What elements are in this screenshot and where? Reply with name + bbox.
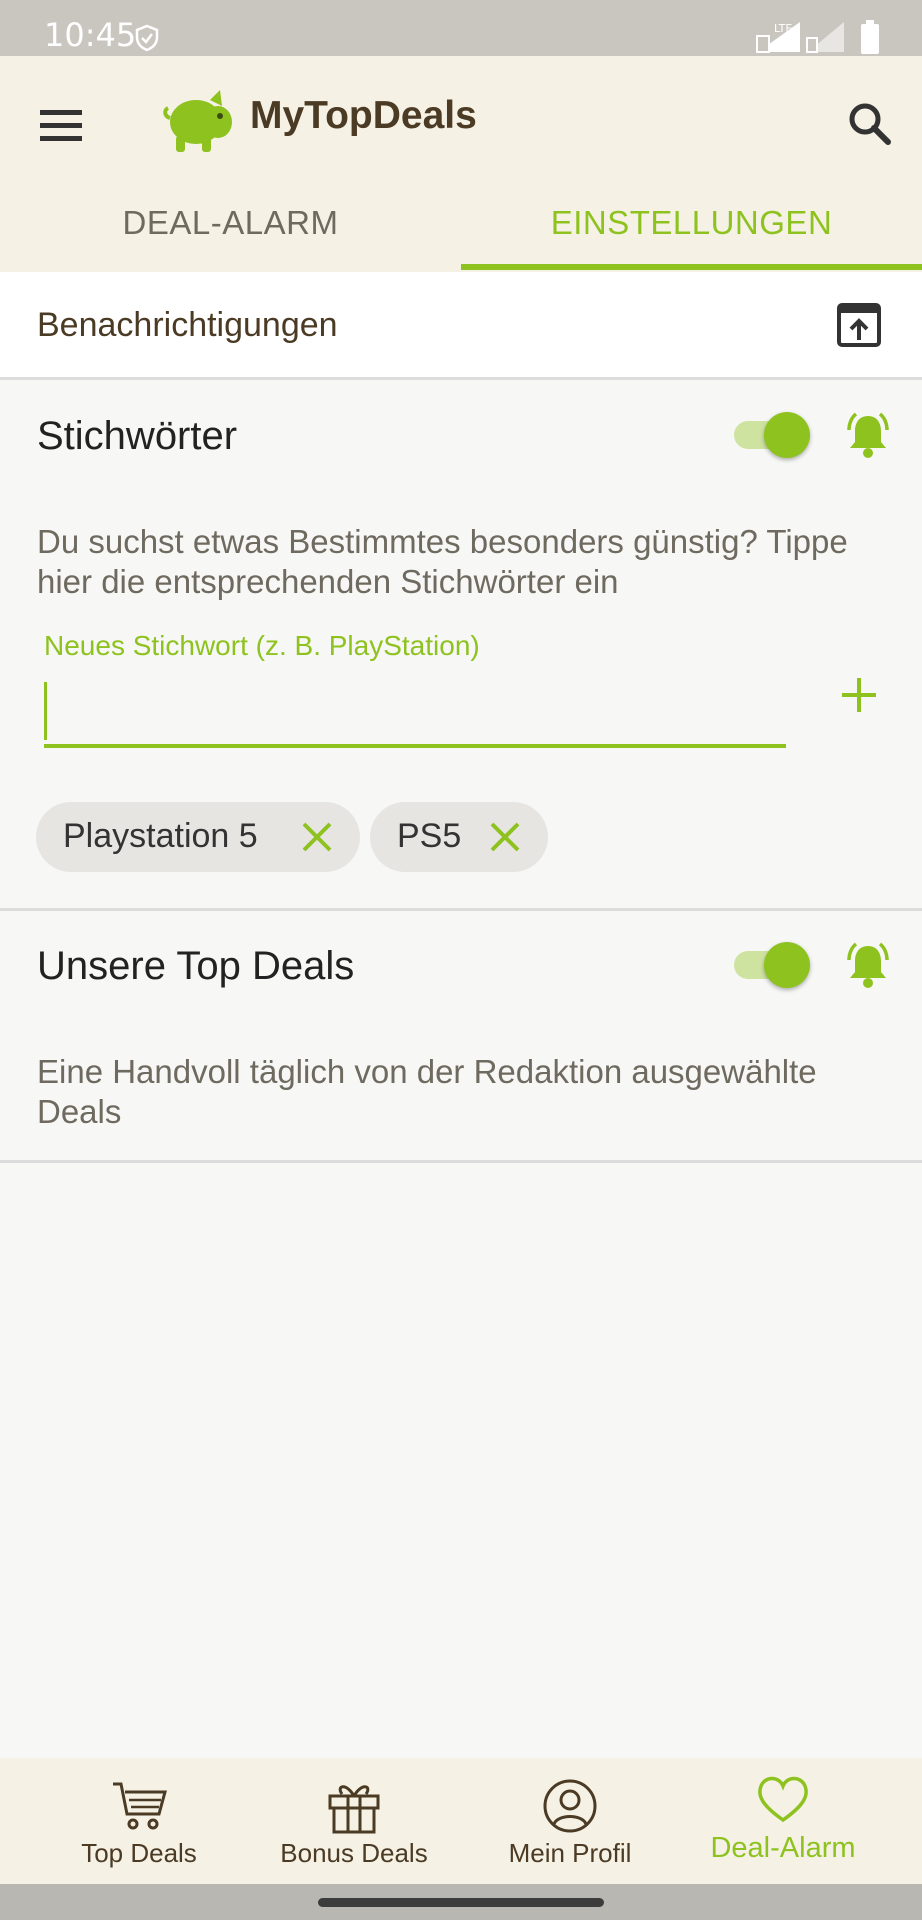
keyword-input[interactable] <box>44 674 786 748</box>
cart-icon <box>113 1782 167 1830</box>
top-deals-description: Eine Handvoll täglich von der Redaktion … <box>37 1053 817 1130</box>
keyword-chip[interactable]: Playstation 5 <box>36 802 360 872</box>
gesture-bar <box>0 1884 922 1920</box>
lte-text: LTE <box>774 22 792 35</box>
notifications-label: Benachrichtigungen <box>37 306 338 344</box>
home-gesture-handle[interactable] <box>318 1898 604 1907</box>
nav-bonus-deals[interactable]: Bonus Deals <box>246 1758 462 1884</box>
remove-keyword-icon[interactable] <box>298 818 336 856</box>
toggle-thumb <box>764 942 810 988</box>
shield-icon <box>135 24 159 52</box>
keywords-toggle[interactable] <box>734 412 810 458</box>
gift-icon <box>328 1785 380 1834</box>
nav-deal-alarm[interactable]: Deal-Alarm <box>675 1758 891 1884</box>
status-bar: 10:45 LTE <box>0 0 922 56</box>
bell-ringing-icon[interactable] <box>843 940 893 990</box>
add-keyword-icon[interactable] <box>836 672 882 718</box>
nav-label: Top Deals <box>81 1838 197 1868</box>
nav-mein-profil[interactable]: Mein Profil <box>462 1758 678 1884</box>
section-divider <box>0 908 922 911</box>
bottom-navigation: Top Deals Bonus Deals Mein Profil Deal-A… <box>0 1758 922 1884</box>
piggy-logo-icon <box>163 90 232 152</box>
app-title: MyTopDeals <box>250 94 477 137</box>
keywords-section-title: Stichwörter <box>37 414 238 458</box>
section-divider <box>0 1160 922 1163</box>
keyword-chip-label: PS5 <box>397 817 462 855</box>
top-deals-section-title: Unsere Top Deals <box>37 944 355 988</box>
nav-label: Mein Profil <box>508 1838 632 1868</box>
menu-icon[interactable] <box>36 98 92 154</box>
nav-top-deals[interactable]: Top Deals <box>31 1758 247 1884</box>
text-caret <box>44 682 47 740</box>
notifications-row[interactable]: Benachrichtigungen <box>0 272 922 380</box>
keyword-input-label: Neues Stichwort (z. B. PlayStation) <box>44 630 480 661</box>
active-tab-indicator <box>461 264 922 270</box>
bell-ringing-icon[interactable] <box>843 410 893 460</box>
status-time: 10:45 <box>44 16 137 54</box>
app-bar: MyTopDeals DEAL-ALARM EINSTELLUNGEN <box>0 56 922 272</box>
signal-lte-icon: LTE <box>756 22 800 53</box>
nav-label: Bonus Deals <box>280 1838 428 1868</box>
remove-keyword-icon[interactable] <box>486 818 524 856</box>
top-deals-toggle[interactable] <box>734 942 810 988</box>
open-external-icon[interactable] <box>836 302 882 348</box>
keywords-description: Du suchst etwas Bestimmtes besonders gün… <box>37 523 848 600</box>
search-icon[interactable] <box>842 96 898 152</box>
heart-icon <box>758 1776 808 1823</box>
nav-label: Deal-Alarm <box>710 1832 856 1864</box>
battery-icon <box>861 20 879 54</box>
tab-deal-alarm[interactable]: DEAL-ALARM <box>0 204 461 272</box>
signal-icon <box>806 22 844 53</box>
tab-einstellungen[interactable]: EINSTELLUNGEN <box>461 204 922 272</box>
keyword-chip-label: Playstation 5 <box>63 817 258 855</box>
toggle-thumb <box>764 412 810 458</box>
profile-icon <box>543 1779 597 1833</box>
keyword-chip[interactable]: PS5 <box>370 802 548 872</box>
